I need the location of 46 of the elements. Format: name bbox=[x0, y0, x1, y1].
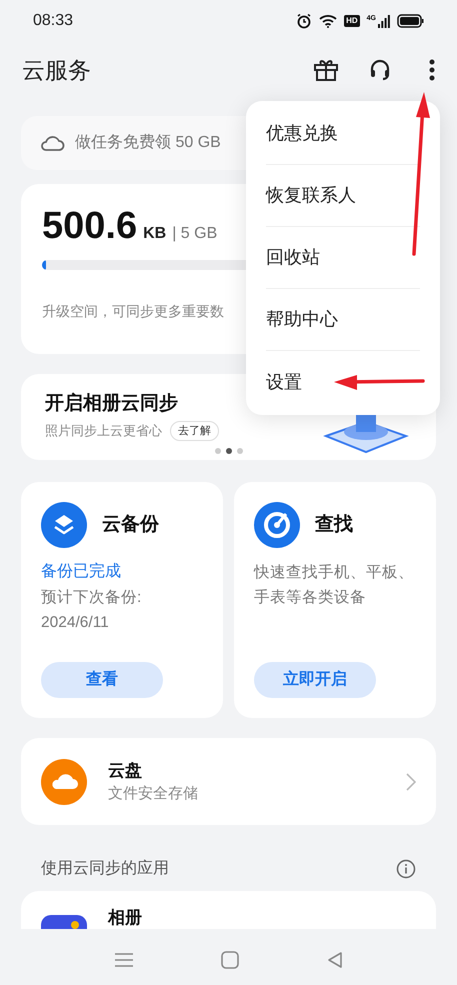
menu-item[interactable]: 回收站 bbox=[266, 227, 420, 289]
signal-icon bbox=[378, 14, 390, 28]
card-description: 快速查找手机、平板、手表等各类设备 bbox=[254, 563, 415, 608]
wifi-icon bbox=[319, 14, 338, 28]
home-icon[interactable] bbox=[221, 951, 240, 969]
card-title: 云备份 bbox=[102, 512, 159, 537]
alarm-icon bbox=[296, 13, 312, 29]
feature-card[interactable]: 云备份 备份已完成 预计下次备份: 2024/6/11 查看 bbox=[21, 482, 223, 718]
radar-icon bbox=[254, 502, 300, 548]
card-description: 预计下次备份: 2024/6/11 bbox=[41, 588, 142, 633]
layers-icon bbox=[41, 502, 87, 548]
battery-icon bbox=[397, 14, 424, 28]
storage-total: | 5 GB bbox=[172, 224, 218, 244]
storage-unit: KB bbox=[143, 224, 166, 244]
album-title: 开启相册云同步 bbox=[45, 392, 179, 416]
chevron-right-icon bbox=[406, 772, 416, 790]
gift-icon[interactable] bbox=[313, 58, 339, 82]
app-name: 相册 bbox=[108, 907, 142, 929]
more-icon[interactable] bbox=[429, 59, 435, 81]
storage-used: 500.6 bbox=[42, 204, 138, 248]
cloud-icon bbox=[41, 758, 87, 804]
learn-more-button[interactable]: 去了解 bbox=[170, 420, 219, 440]
album-app-icon bbox=[41, 915, 87, 929]
card-status: 备份已完成 bbox=[41, 562, 122, 582]
hd-badge: HD bbox=[344, 15, 360, 27]
menu-item[interactable]: 恢复联系人 bbox=[266, 165, 420, 227]
card-action-button[interactable]: 查看 bbox=[41, 662, 163, 698]
status-time: 08:33 bbox=[33, 11, 74, 31]
storage-hint: 升级空间，可同步更多重要数 bbox=[42, 303, 224, 319]
section-title: 使用云同步的应用 bbox=[41, 858, 169, 879]
card-title: 查找 bbox=[315, 512, 353, 537]
menu-icon[interactable] bbox=[114, 952, 134, 968]
cloud-disk-subtitle: 文件安全存储 bbox=[108, 784, 199, 804]
promo-text: 做任务免费领 50 GB bbox=[75, 132, 221, 153]
cloud-icon bbox=[39, 134, 65, 152]
page-title: 云服务 bbox=[22, 56, 92, 85]
menu-item[interactable]: 帮助中心 bbox=[266, 289, 420, 351]
app-row[interactable]: 相册 bbox=[21, 891, 436, 929]
cloud-disk-title: 云盘 bbox=[108, 760, 143, 782]
album-subtitle: 照片同步上云更省心 bbox=[45, 422, 162, 440]
cloud-disk-row[interactable]: 云盘 文件安全存储 bbox=[21, 738, 436, 825]
headset-icon[interactable] bbox=[369, 58, 391, 82]
card-action-button[interactable]: 立即开启 bbox=[254, 662, 376, 698]
back-icon[interactable] bbox=[327, 951, 344, 969]
info-icon[interactable] bbox=[396, 859, 416, 879]
feature-card[interactable]: 查找 快速查找手机、平板、手表等各类设备 立即开启 bbox=[234, 482, 436, 718]
